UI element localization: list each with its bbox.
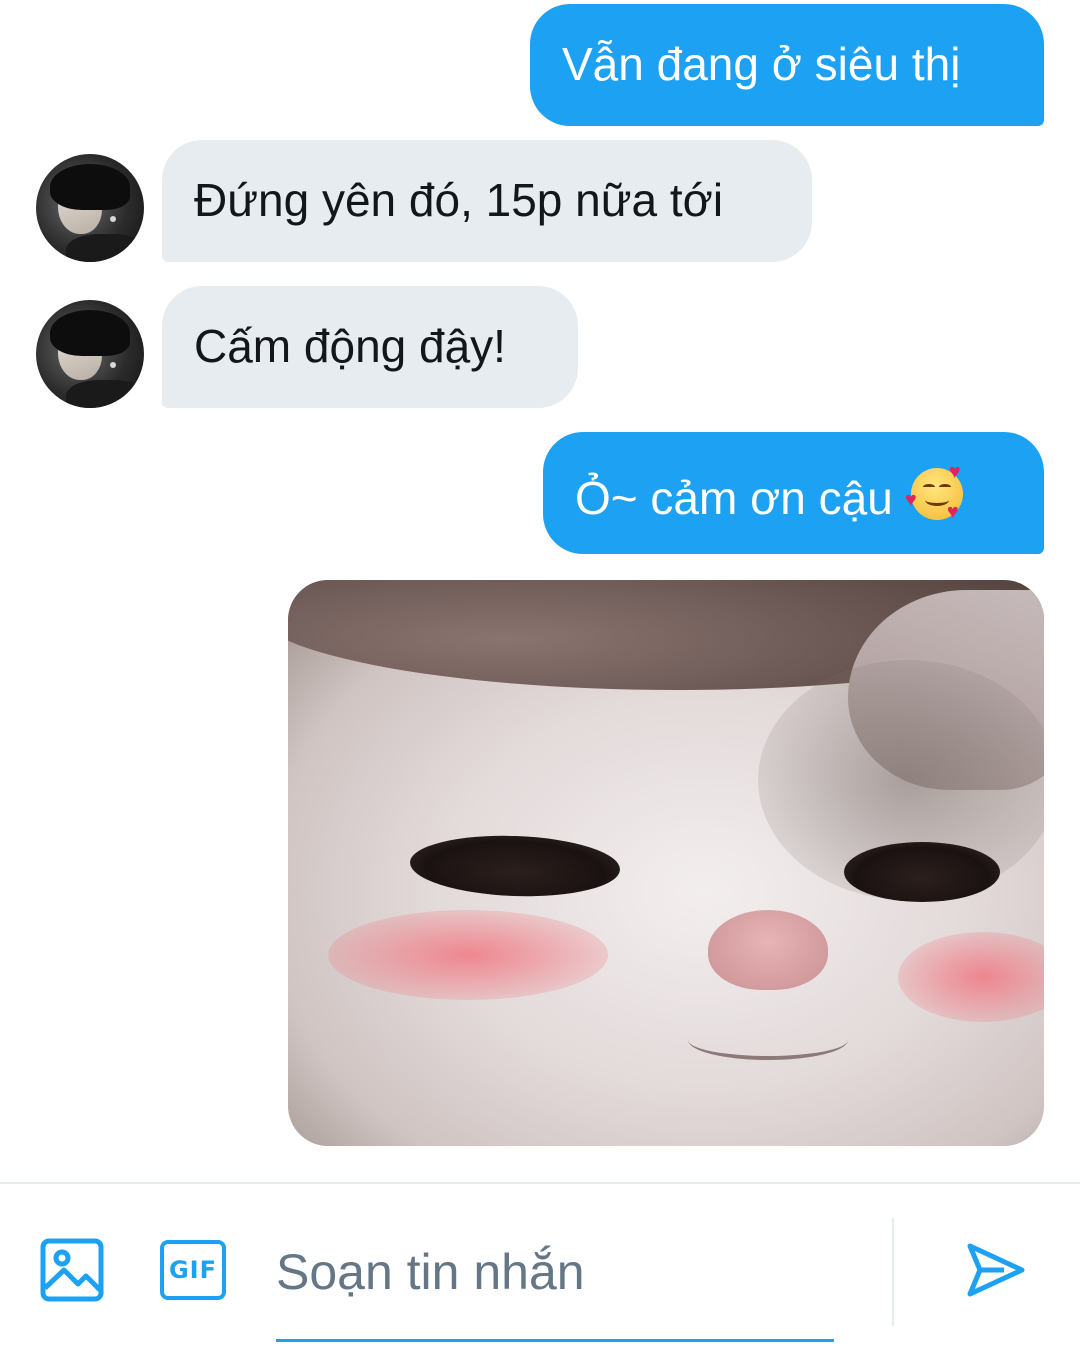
contact-avatar[interactable] (36, 154, 144, 262)
message-text: Đứng yên đó, 15p nữa tới (194, 174, 724, 226)
conversation: Vẫn đang ở siêu thị Đứng yên đó, 15p nữa… (0, 0, 1080, 1182)
cat-photo[interactable] (288, 580, 1044, 1146)
message-input[interactable] (276, 1234, 834, 1342)
contact-avatar[interactable] (36, 300, 144, 408)
smiling-face-with-hearts-icon: ♥ ♥ ♥ (905, 462, 967, 524)
message-text: Cấm động đậy! (194, 320, 506, 372)
divider (892, 1218, 894, 1326)
message-text: Ỏ~ cảm ơn cậu (575, 472, 893, 524)
gif-button[interactable]: GIF (160, 1240, 226, 1300)
message-text: Vẫn đang ở siêu thị (562, 38, 961, 90)
message-composer: GIF (0, 1182, 1080, 1356)
image-icon[interactable] (40, 1238, 104, 1302)
send-icon[interactable] (964, 1238, 1028, 1302)
message-bubble-incoming[interactable]: Cấm động đậy! (162, 286, 578, 408)
gif-label: GIF (168, 1256, 218, 1284)
message-bubble-outgoing[interactable]: Vẫn đang ở siêu thị (530, 4, 1044, 126)
message-bubble-outgoing[interactable]: Ỏ~ cảm ơn cậu ♥ ♥ ♥ (543, 432, 1044, 554)
message-bubble-incoming[interactable]: Đứng yên đó, 15p nữa tới (162, 140, 812, 262)
